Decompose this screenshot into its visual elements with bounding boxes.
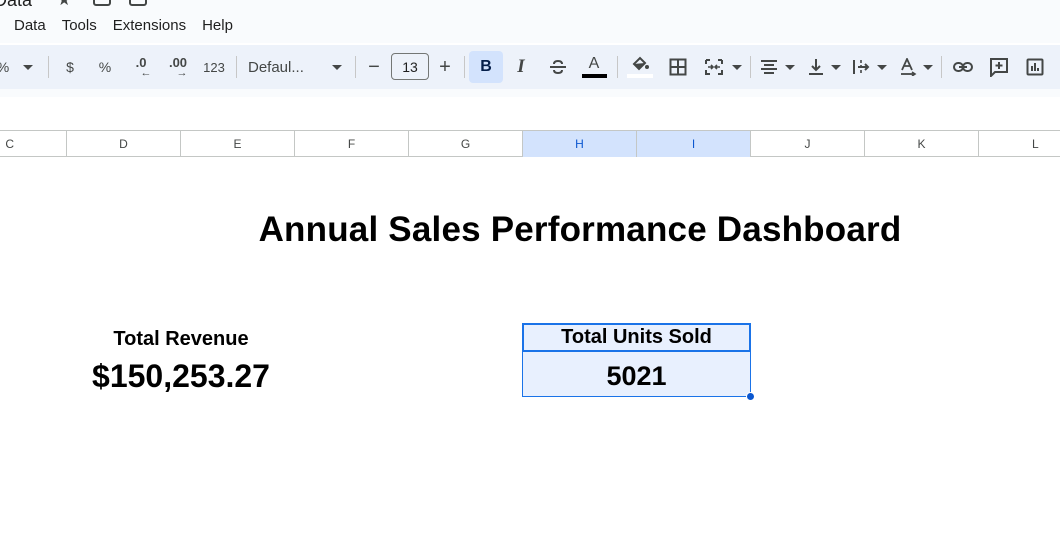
toolbar-divider	[617, 56, 618, 78]
column-header-e[interactable]: E	[181, 131, 295, 157]
column-header-h[interactable]: H	[523, 131, 637, 157]
fill-color-button[interactable]	[625, 52, 655, 82]
vertical-align-button[interactable]	[805, 52, 827, 82]
font-family-dropdown[interactable]: Defaul...	[248, 52, 342, 82]
bold-button[interactable]: B	[469, 51, 503, 83]
total-units-label-cell[interactable]: Total Units Sold	[522, 323, 751, 352]
insert-link-button[interactable]	[950, 52, 976, 82]
total-revenue-label-cell[interactable]: Total Revenue	[66, 328, 296, 351]
column-header-d[interactable]: D	[67, 131, 181, 157]
column-header-f[interactable]: F	[295, 131, 409, 157]
paint-bucket-icon	[632, 56, 649, 71]
strikethrough-button[interactable]	[546, 52, 570, 82]
toolbar-divider	[48, 56, 49, 78]
borders-icon	[669, 58, 687, 76]
dashboard-title-cell[interactable]: Annual Sales Performance Dashboard	[180, 210, 980, 250]
column-header-k[interactable]: K	[865, 131, 979, 157]
total-units-value-cell[interactable]: 5021	[522, 352, 751, 397]
merge-dropdown-button[interactable]	[730, 52, 744, 82]
chevron-down-icon	[23, 64, 33, 70]
vertical-align-dropdown[interactable]	[829, 52, 843, 82]
column-header-j[interactable]: J	[751, 131, 865, 157]
chevron-down-icon	[732, 64, 742, 70]
text-rotation-dropdown[interactable]	[921, 52, 935, 82]
text-color-button[interactable]: A	[580, 52, 608, 82]
column-header-g[interactable]: G	[409, 131, 523, 157]
chevron-down-icon	[877, 64, 887, 70]
move-folder-icon[interactable]	[93, 0, 111, 6]
document-title[interactable]: Data	[0, 0, 32, 8]
menu-data[interactable]: Data	[6, 13, 54, 38]
text-wrapping-button[interactable]	[850, 52, 872, 82]
arrow-left-icon: ←	[140, 67, 152, 79]
formula-bar-area	[0, 89, 1060, 97]
toolbar-divider	[355, 56, 356, 78]
toolbar-divider	[236, 56, 237, 78]
merge-cells-icon	[705, 59, 723, 75]
toolbar: % $ % .0 ← .00 → 123 Defaul... − + B I	[0, 45, 1060, 89]
text-wrapping-dropdown[interactable]	[875, 52, 889, 82]
arrow-right-icon: →	[176, 67, 188, 79]
chart-icon	[1026, 58, 1044, 76]
chevron-down-icon	[923, 64, 933, 70]
chevron-down-icon	[785, 64, 795, 70]
google-sheets-window: Data ★ Data Tools Extensions Help % $ % …	[0, 0, 1060, 537]
font-family-value: Defaul...	[248, 58, 304, 76]
text-color-icon: A	[588, 55, 600, 72]
column-header-i[interactable]: I	[637, 131, 751, 157]
sheet-grid[interactable]: Annual Sales Performance Dashboard Total…	[0, 158, 1060, 537]
fill-color-swatch	[627, 74, 653, 78]
increase-decimal-button[interactable]: .00 →	[164, 52, 192, 82]
toolbar-divider	[941, 56, 942, 78]
menu-extensions[interactable]: Extensions	[105, 13, 194, 38]
italic-icon: I	[517, 56, 525, 77]
align-center-icon	[761, 60, 777, 74]
text-wrap-icon	[853, 60, 870, 74]
add-comment-icon	[990, 58, 1008, 77]
link-icon	[953, 62, 973, 72]
chevron-down-icon	[332, 64, 342, 70]
menu-help[interactable]: Help	[194, 13, 241, 38]
chevron-down-icon	[831, 64, 841, 70]
insert-chart-button[interactable]	[1022, 52, 1048, 82]
column-headers: C D E F G H I J K L	[0, 130, 1060, 157]
borders-button[interactable]	[666, 52, 690, 82]
text-color-swatch	[581, 74, 607, 78]
format-percent-button[interactable]: %	[93, 52, 117, 82]
align-bottom-icon	[809, 59, 823, 75]
text-rotation-icon	[901, 58, 917, 76]
selection-fill-handle[interactable]	[746, 392, 755, 401]
menu-bar: Data Tools Extensions Help	[0, 8, 1060, 43]
column-header-l[interactable]: L	[979, 131, 1060, 157]
font-size-input[interactable]: 13	[391, 53, 429, 80]
text-rotation-button[interactable]	[897, 52, 919, 82]
toolbar-divider	[464, 56, 465, 78]
horizontal-align-dropdown[interactable]	[783, 52, 797, 82]
total-revenue-value-cell[interactable]: $150,253.27	[66, 358, 296, 395]
column-header-c[interactable]: C	[0, 131, 67, 157]
star-icon[interactable]: ★	[57, 0, 71, 8]
cloud-status-icon[interactable]	[129, 0, 147, 6]
merge-cells-button[interactable]	[702, 52, 726, 82]
strikethrough-icon	[550, 59, 566, 75]
decrease-decimal-button[interactable]: .0 ←	[128, 52, 154, 82]
horizontal-align-button[interactable]	[758, 52, 780, 82]
title-strip: Data ★	[0, 0, 1060, 8]
zoom-percent-partial[interactable]: %	[0, 52, 10, 82]
menu-tools[interactable]: Tools	[54, 13, 105, 38]
format-currency-button[interactable]: $	[58, 52, 82, 82]
more-formats-button[interactable]: 123	[200, 52, 228, 82]
decrease-font-size-button[interactable]: −	[363, 52, 385, 82]
increase-font-size-button[interactable]: +	[434, 52, 456, 82]
insert-comment-button[interactable]	[986, 52, 1012, 82]
zoom-dropdown-button[interactable]	[20, 52, 36, 82]
italic-button[interactable]: I	[510, 52, 532, 82]
toolbar-divider	[750, 56, 751, 78]
